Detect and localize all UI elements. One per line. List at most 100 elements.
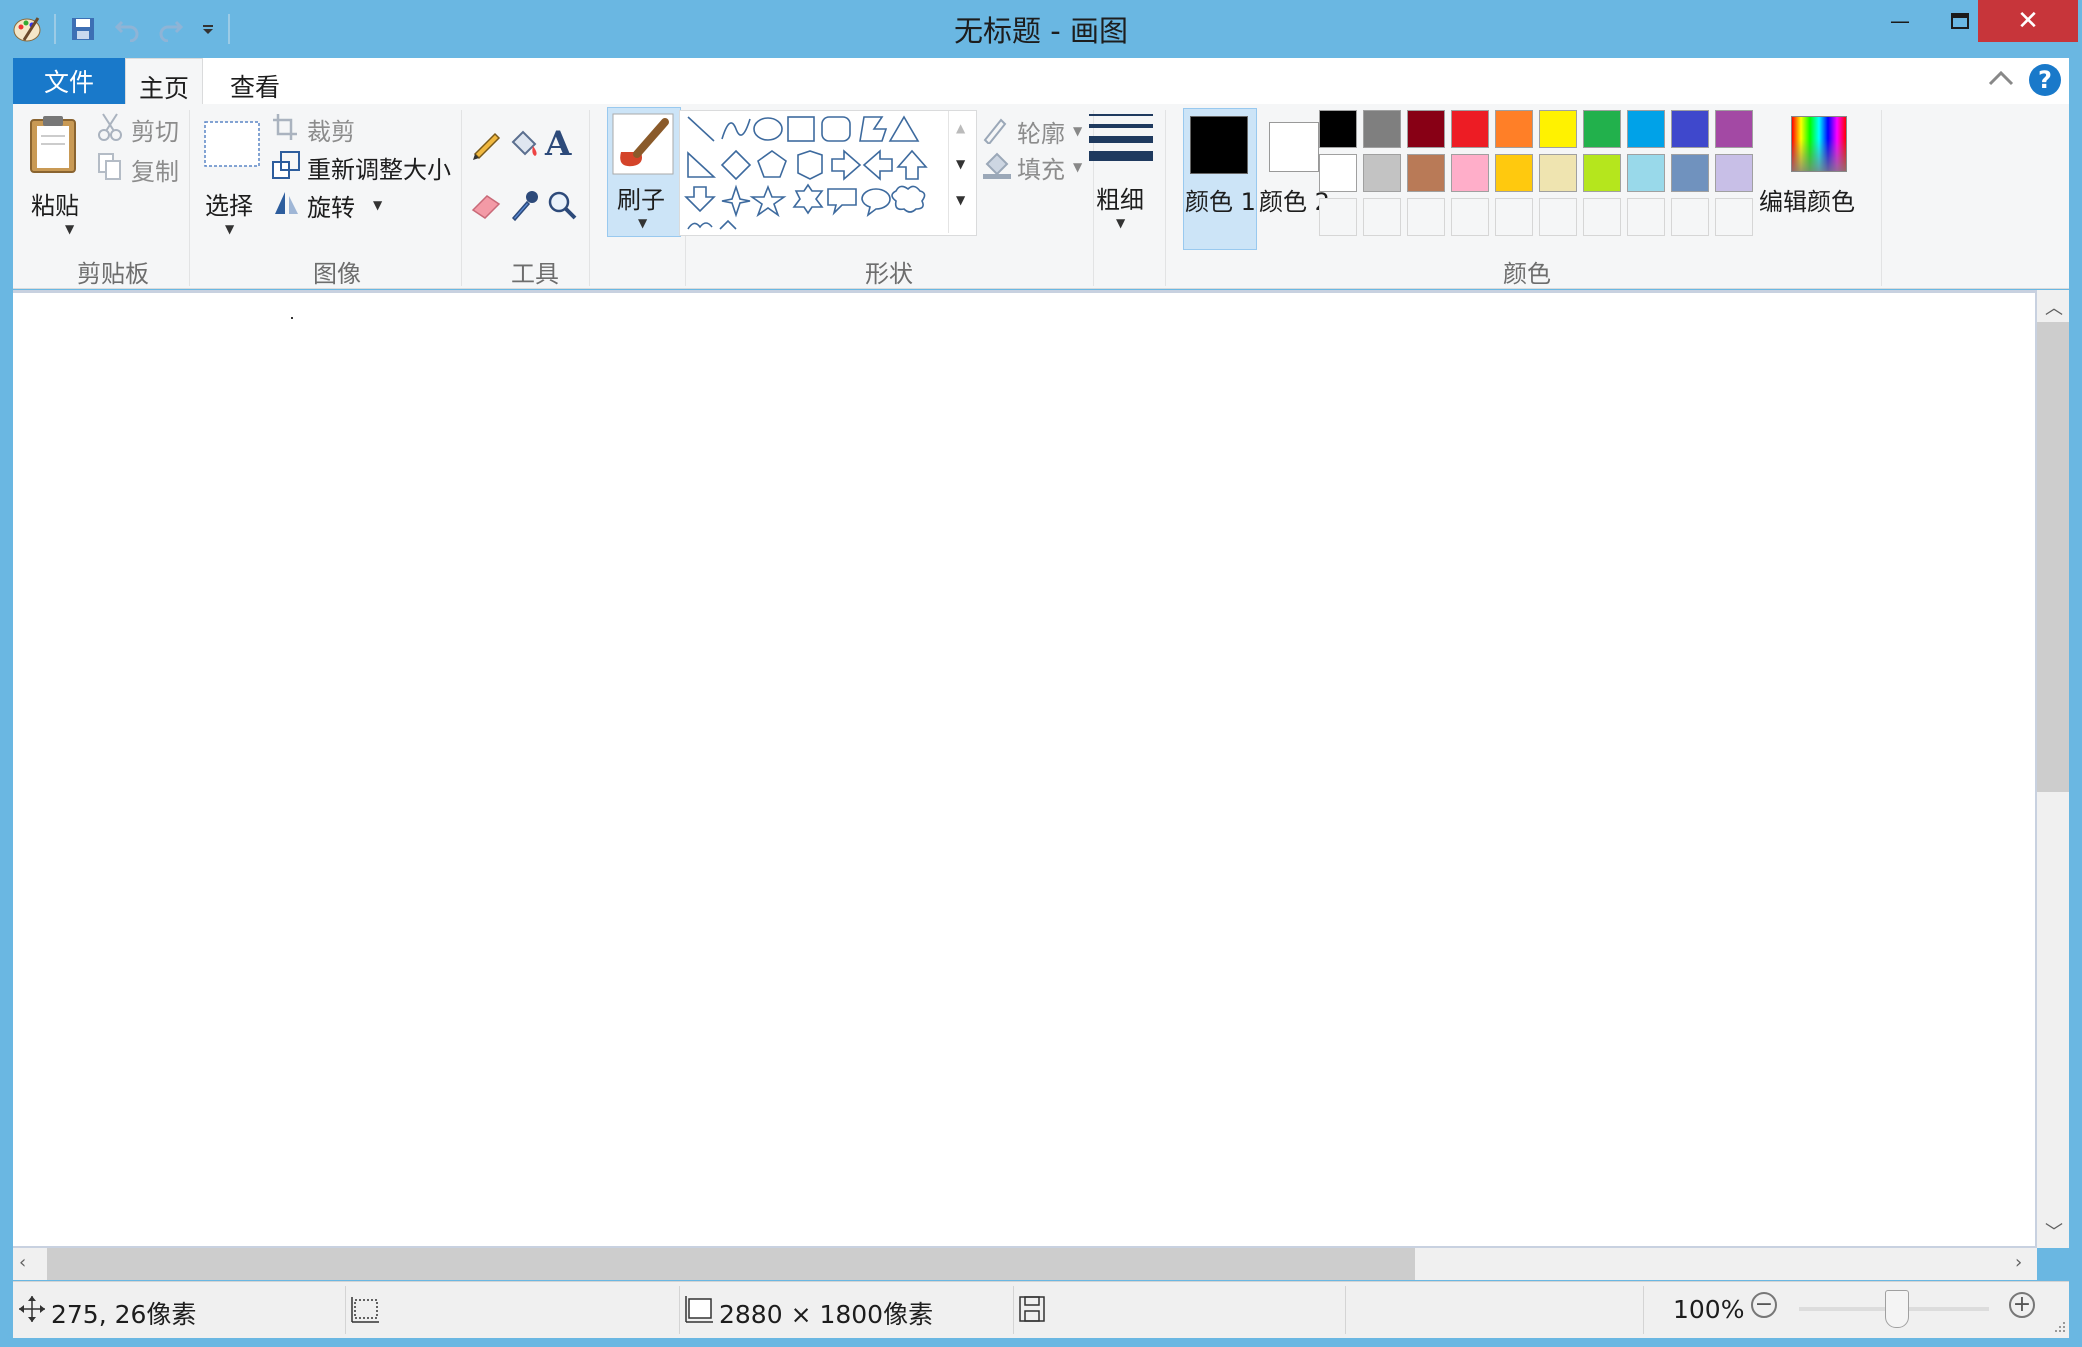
palette-swatch[interactable] — [1715, 154, 1753, 192]
line-shape-icon — [687, 116, 715, 142]
fill-label: 填充 — [1017, 156, 1065, 184]
edit-colors-button[interactable]: 编辑颜色 — [1757, 110, 1877, 240]
palette-swatch[interactable] — [1407, 110, 1445, 148]
rotate-button[interactable]: 旋转 ▼ — [271, 186, 391, 222]
status-divider — [345, 1286, 346, 1334]
custom-color-slot[interactable] — [1495, 198, 1533, 236]
paste-button[interactable]: 粘贴 ▼ — [23, 110, 83, 240]
custom-color-slot[interactable] — [1319, 198, 1357, 236]
group-divider — [1881, 110, 1882, 286]
vertical-scrollbar[interactable]: ︿ ﹀ — [2037, 290, 2069, 1248]
color1-label: 颜色 1 — [1185, 188, 1256, 216]
size-dropdown-icon: ▼ — [1116, 216, 1126, 230]
palette-swatch[interactable] — [1363, 110, 1401, 148]
scroll-down-icon[interactable]: ﹀ — [2045, 1218, 2063, 1244]
custom-color-slot[interactable] — [1407, 198, 1445, 236]
palette-swatch[interactable] — [1539, 154, 1577, 192]
palette-swatch[interactable] — [1363, 154, 1401, 192]
right-triangle-shape-icon — [687, 151, 717, 178]
polygon-shape-icon — [859, 116, 888, 142]
palette-swatch[interactable] — [1627, 154, 1665, 192]
palette-swatch[interactable] — [1583, 110, 1621, 148]
shapes-scroll-down-icon[interactable]: ▼ — [956, 157, 965, 171]
triangle-shape-icon — [888, 115, 920, 142]
eraser-icon[interactable] — [469, 188, 505, 224]
drawing-canvas[interactable] — [13, 293, 2035, 1246]
shapes-scroll-up-icon[interactable]: ▲ — [956, 121, 965, 135]
copy-button[interactable]: 复制 — [97, 150, 197, 186]
outline-button[interactable]: 轮廓 ▼ — [981, 112, 1091, 148]
tab-home[interactable]: 主页 — [125, 58, 203, 107]
brushes-label: 刷子 — [617, 186, 665, 214]
color1-button[interactable]: 颜色 1 — [1183, 108, 1256, 248]
chevron-up-icon[interactable] — [1987, 68, 2015, 92]
help-button[interactable]: ? — [2029, 64, 2061, 96]
outline-dropdown-icon: ▼ — [1073, 124, 1083, 138]
palette-swatch[interactable] — [1495, 154, 1533, 192]
select-button[interactable]: 选择 ▼ — [201, 110, 261, 240]
resize-label: 重新调整大小 — [307, 156, 451, 184]
oval-shape-icon — [753, 117, 783, 141]
scroll-left-icon[interactable]: ‹ — [19, 1252, 26, 1273]
shapes-gallery[interactable]: ▲ ▼ ▼ — [679, 110, 977, 236]
zoom-slider-thumb[interactable] — [1885, 1290, 1909, 1328]
palette-swatch[interactable] — [1539, 110, 1577, 148]
palette-swatch[interactable] — [1583, 154, 1621, 192]
custom-color-slot[interactable] — [1671, 198, 1709, 236]
file-menu-button[interactable]: 文件 — [13, 58, 125, 104]
left-arrow-shape-icon — [862, 149, 893, 181]
custom-color-slot[interactable] — [1715, 198, 1753, 236]
palette-swatch[interactable] — [1407, 154, 1445, 192]
paste-label: 粘贴 — [31, 192, 79, 220]
crop-label: 裁剪 — [307, 118, 355, 146]
fill-button[interactable]: 填充 ▼ — [981, 148, 1091, 184]
right-arrow-shape-icon — [831, 149, 862, 181]
resize-button[interactable]: 重新调整大小 — [271, 148, 471, 184]
color-picker-icon[interactable] — [507, 188, 543, 224]
size-label: 粗细 — [1096, 186, 1144, 214]
palette-swatch[interactable] — [1671, 154, 1709, 192]
text-tool-icon[interactable]: A — [545, 124, 581, 164]
scroll-up-icon[interactable]: ︿ — [2045, 294, 2063, 320]
palette-swatch[interactable] — [1495, 110, 1533, 148]
crop-button[interactable]: 裁剪 — [271, 110, 371, 146]
magnifier-icon[interactable] — [545, 188, 581, 224]
color1-swatch — [1190, 116, 1248, 174]
cut-button[interactable]: 剪切 — [97, 110, 197, 146]
colors-group-label: 颜色 — [1503, 260, 1551, 288]
custom-color-slot[interactable] — [1583, 198, 1621, 236]
tools-group-label: 工具 — [511, 260, 559, 288]
minimize-button[interactable]: — — [1868, 0, 1932, 42]
custom-color-slot[interactable] — [1539, 198, 1577, 236]
palette-swatch[interactable] — [1715, 110, 1753, 148]
horizontal-scroll-thumb[interactable] — [47, 1248, 1415, 1280]
palette-swatch[interactable] — [1319, 110, 1357, 148]
line-thickness-icon — [1089, 114, 1153, 161]
palette-swatch[interactable] — [1627, 110, 1665, 148]
shapes-group-label: 形状 — [865, 260, 913, 288]
select-rectangle-icon — [204, 121, 260, 167]
paint-window: 无标题 - 画图 — ✕ 文件 主页 查看 ? 粘贴 ▼ 剪切 复制 剪贴板 选… — [0, 0, 2082, 1347]
resize-grip-icon[interactable] — [2053, 1320, 2067, 1334]
palette-swatch[interactable] — [1319, 154, 1357, 192]
status-bar: 275, 26像素 2880 × 1800像素 100% − + — [13, 1281, 2069, 1338]
palette-swatch[interactable] — [1451, 154, 1489, 192]
pencil-icon[interactable] — [469, 126, 505, 162]
close-button[interactable]: ✕ — [1978, 0, 2078, 42]
custom-color-slot[interactable] — [1363, 198, 1401, 236]
brushes-dropdown-icon: ▼ — [638, 216, 648, 230]
fill-bucket-icon[interactable] — [507, 126, 543, 162]
horizontal-scrollbar[interactable]: ‹ › — [13, 1248, 2037, 1280]
shapes-expand-icon[interactable]: ▼ — [956, 193, 965, 207]
zoom-in-button[interactable]: + — [2009, 1292, 2035, 1318]
palette-swatch[interactable] — [1671, 110, 1709, 148]
ribbon-home: 粘贴 ▼ 剪切 复制 剪贴板 选择 ▼ 裁剪 重新调整大小 旋转 ▼ 图像 A … — [13, 104, 2069, 289]
vertical-scroll-thumb[interactable] — [2037, 322, 2069, 792]
palette-swatch[interactable] — [1451, 110, 1489, 148]
custom-color-slot[interactable] — [1451, 198, 1489, 236]
scroll-right-icon[interactable]: › — [2015, 1252, 2022, 1273]
zoom-out-button[interactable]: − — [1751, 1292, 1777, 1318]
custom-color-slot[interactable] — [1627, 198, 1665, 236]
tab-view[interactable]: 查看 — [207, 58, 303, 106]
heart-shape-icon — [687, 222, 713, 230]
